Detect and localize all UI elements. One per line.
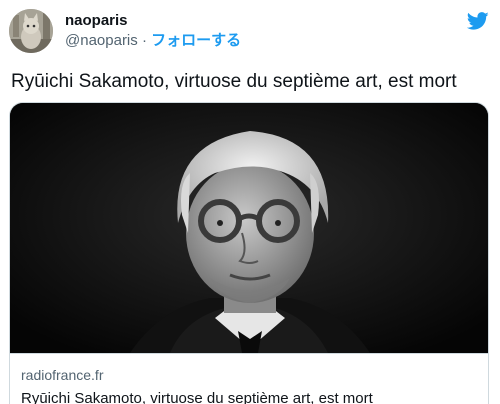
link-card[interactable]: radiofrance.fr Ryūichi Sakamoto, virtuos… bbox=[9, 102, 489, 404]
tweet-text: Ryūichi Sakamoto, virtuose du septième a… bbox=[11, 71, 457, 92]
card-domain: radiofrance.fr bbox=[21, 367, 104, 383]
tweet-embed: naoparis @naoparis · フォローする Ryūichi Saka… bbox=[0, 0, 500, 404]
tweet-header: naoparis @naoparis · フォローする bbox=[9, 8, 241, 54]
user-handle[interactable]: @naoparis bbox=[65, 32, 138, 49]
twitter-bird-icon[interactable] bbox=[467, 10, 489, 32]
separator-dot: · bbox=[137, 32, 152, 49]
cat-avatar-icon bbox=[9, 9, 53, 53]
portrait-photo[interactable] bbox=[10, 103, 489, 353]
handle-row: @naoparis · フォローする bbox=[65, 32, 241, 50]
user-info: naoparis @naoparis · フォローする bbox=[65, 12, 241, 50]
display-name[interactable]: naoparis bbox=[65, 12, 241, 30]
card-meta: radiofrance.fr Ryūichi Sakamoto, virtuos… bbox=[10, 353, 488, 404]
card-title[interactable]: Ryūichi Sakamoto, virtuose du septième a… bbox=[21, 389, 477, 404]
follow-button[interactable]: フォローする bbox=[151, 32, 241, 49]
avatar[interactable] bbox=[9, 9, 53, 53]
